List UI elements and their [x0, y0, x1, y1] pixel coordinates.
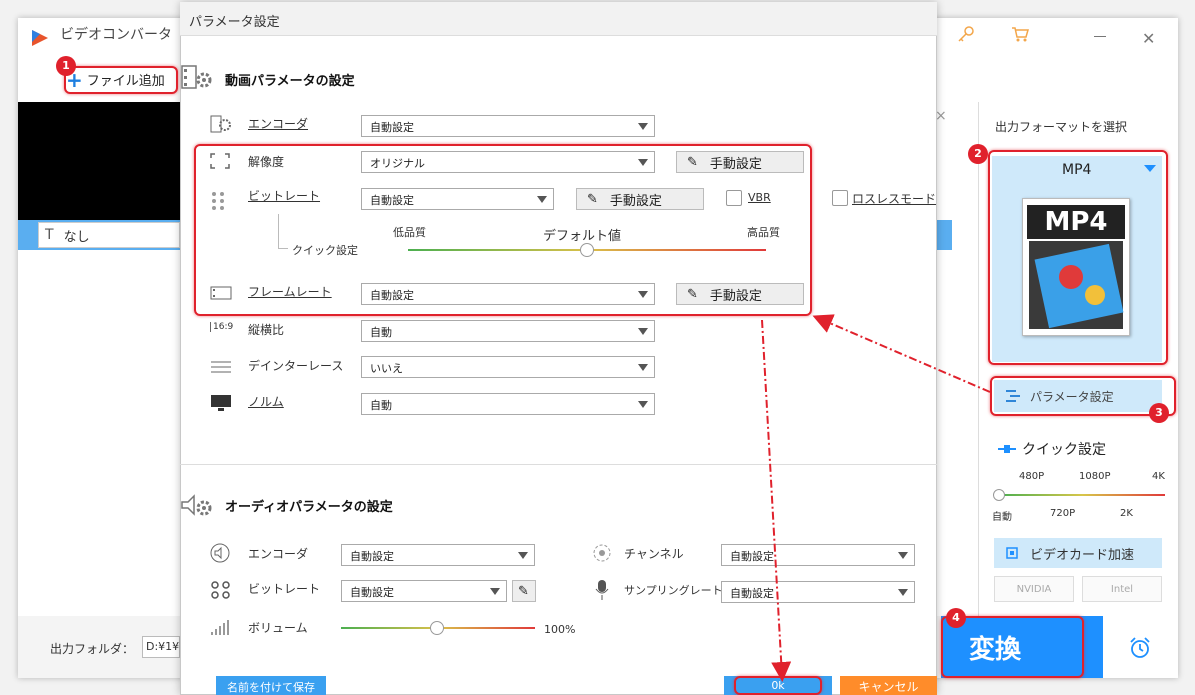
- annotation-arrows: [761, 314, 991, 682]
